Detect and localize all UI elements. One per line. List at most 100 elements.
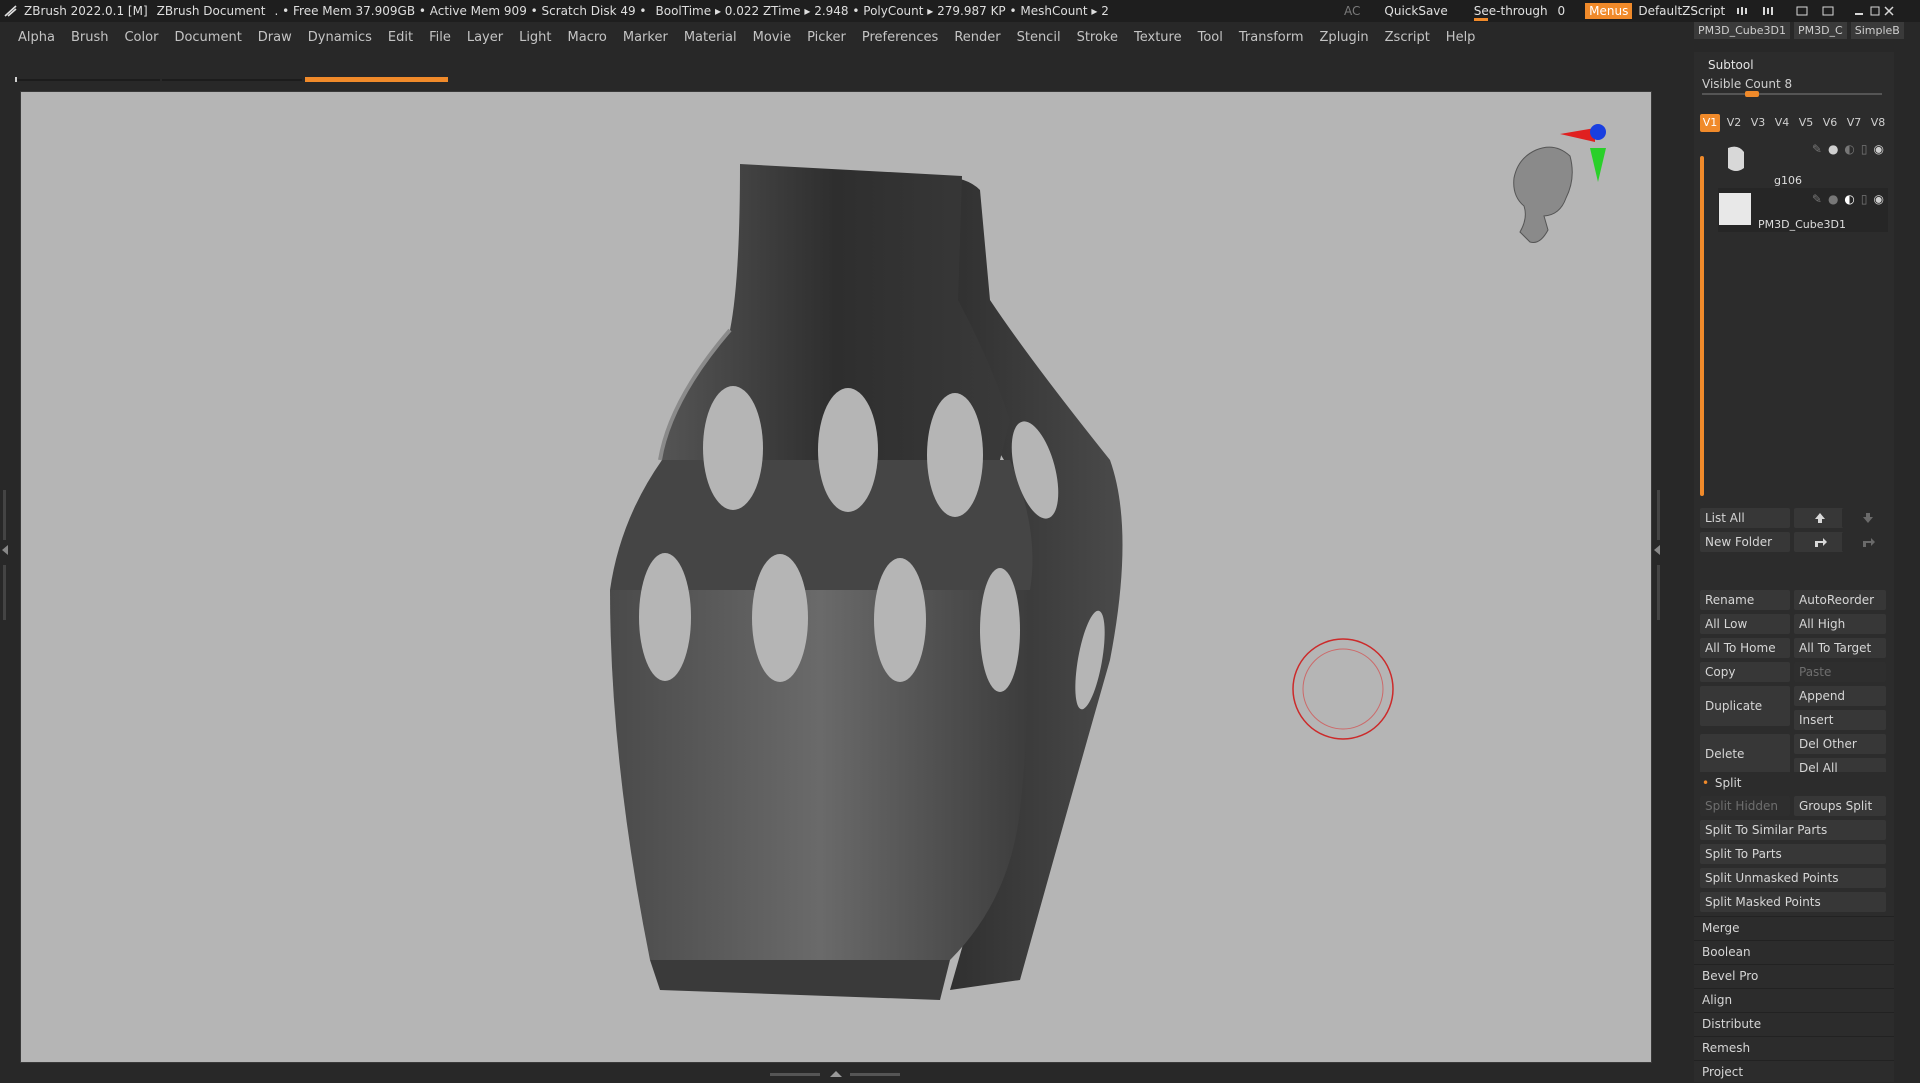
z-axis-ball[interactable] <box>1590 124 1606 140</box>
menu-color[interactable]: Color <box>116 30 166 45</box>
toggle-icon[interactable]: ◐ <box>1844 142 1854 156</box>
menu-brush[interactable]: Brush <box>63 30 117 45</box>
tab-v2[interactable]: V2 <box>1724 114 1744 132</box>
copy-ui-icon[interactable] <box>1796 6 1808 16</box>
eye-icon[interactable]: ◉ <box>1874 142 1884 156</box>
section-project[interactable]: Project <box>1694 1060 1894 1082</box>
append-button[interactable]: Append <box>1794 686 1886 706</box>
edit-icon[interactable]: ✎ <box>1812 142 1822 156</box>
save-ui-icon[interactable] <box>1822 6 1834 16</box>
tab-v7[interactable]: V7 <box>1844 114 1864 132</box>
right-tray-handle[interactable] <box>1652 490 1664 620</box>
all-to-home-button[interactable]: All To Home <box>1700 638 1790 658</box>
menu-render[interactable]: Render <box>946 30 1008 45</box>
subtool-item[interactable]: g106 ✎ ● ◐ ▯ ◉ <box>1718 138 1888 187</box>
subtool-item-selected[interactable]: PM3D_Cube3D1 ✎ ● ◐ ▯ ◉ <box>1718 188 1888 232</box>
all-low-button[interactable]: All Low <box>1700 614 1790 634</box>
section-align[interactable]: Align <box>1694 988 1894 1010</box>
tab-v3[interactable]: V3 <box>1748 114 1768 132</box>
tab-v4[interactable]: V4 <box>1772 114 1792 132</box>
shelf-active-segment[interactable] <box>305 77 448 82</box>
all-to-target-button[interactable]: All To Target <box>1794 638 1886 658</box>
menu-alpha[interactable]: Alpha <box>10 30 63 45</box>
see-through-slider[interactable]: See-through 0 <box>1473 4 1565 21</box>
tool-tab[interactable]: PM3D_C <box>1793 22 1847 39</box>
new-folder-button[interactable]: New Folder <box>1700 532 1790 552</box>
maximize-icon[interactable] <box>1870 6 1880 16</box>
split-unmasked-button[interactable]: Split Unmasked Points <box>1700 868 1886 888</box>
close-icon[interactable] <box>1884 6 1894 16</box>
copy-button[interactable]: Copy <box>1700 662 1790 682</box>
menu-light[interactable]: Light <box>511 30 559 45</box>
visible-count-slider[interactable] <box>1702 91 1882 97</box>
folder-in-button[interactable] <box>1794 532 1846 552</box>
insert-button[interactable]: Insert <box>1794 710 1886 730</box>
tool-tab[interactable]: PM3D_Cube3D1 <box>1694 22 1790 39</box>
groups-split-button[interactable]: Groups Split <box>1794 796 1886 816</box>
y-axis-arrow[interactable] <box>1590 148 1606 182</box>
menu-material[interactable]: Material <box>676 30 745 45</box>
move-up-button[interactable] <box>1794 508 1846 528</box>
menu-document[interactable]: Document <box>166 30 249 45</box>
menus-toggle[interactable]: Menus <box>1585 3 1633 19</box>
menu-draw[interactable]: Draw <box>250 30 300 45</box>
menu-edit[interactable]: Edit <box>380 30 421 45</box>
visible-count-knob[interactable] <box>1745 91 1760 97</box>
section-distribute[interactable]: Distribute <box>1694 1012 1894 1034</box>
vase-model[interactable] <box>590 160 1150 1000</box>
tab-v6[interactable]: V6 <box>1820 114 1840 132</box>
menu-zplugin[interactable]: Zplugin <box>1312 30 1377 45</box>
menu-picker[interactable]: Picker <box>799 30 854 45</box>
folder-icon[interactable]: ▯ <box>1861 192 1868 206</box>
menu-stroke[interactable]: Stroke <box>1069 30 1126 45</box>
split-hidden-button[interactable]: Split Hidden <box>1700 796 1790 816</box>
subtool-title[interactable]: Subtool <box>1708 58 1754 72</box>
folder-out-button[interactable] <box>1842 532 1894 552</box>
split-masked-button[interactable]: Split Masked Points <box>1700 892 1886 912</box>
menu-stencil[interactable]: Stencil <box>1009 30 1069 45</box>
menu-zscript[interactable]: Zscript <box>1377 30 1438 45</box>
section-merge[interactable]: Merge <box>1694 916 1894 938</box>
menu-tool[interactable]: Tool <box>1190 30 1231 45</box>
section-remesh[interactable]: Remesh <box>1694 1036 1894 1058</box>
tool-tab[interactable]: SimpleB <box>1850 22 1904 39</box>
layout-icon[interactable] <box>1741 7 1744 15</box>
layout-icon[interactable] <box>1737 8 1740 14</box>
del-other-button[interactable]: Del Other <box>1794 734 1886 754</box>
menu-marker[interactable]: Marker <box>615 30 676 45</box>
menu-help[interactable]: Help <box>1438 30 1484 45</box>
duplicate-button[interactable]: Duplicate <box>1700 686 1790 726</box>
folder-icon[interactable]: ▯ <box>1861 142 1868 156</box>
eye-icon[interactable]: ◉ <box>1874 192 1884 206</box>
script-name[interactable]: DefaultZScript <box>1638 4 1725 18</box>
paste-button[interactable]: Paste <box>1794 662 1886 682</box>
menu-dynamics[interactable]: Dynamics <box>300 30 380 45</box>
menu-movie[interactable]: Movie <box>745 30 799 45</box>
section-bevel-pro[interactable]: Bevel Pro <box>1694 964 1894 986</box>
autoreorder-button[interactable]: AutoReorder <box>1794 590 1886 610</box>
split-section-header[interactable]: • Split <box>1694 772 1894 794</box>
tab-v8[interactable]: V8 <box>1868 114 1888 132</box>
menu-preferences[interactable]: Preferences <box>854 30 946 45</box>
navigation-gizmo[interactable] <box>1500 120 1610 255</box>
list-all-button[interactable]: List All <box>1700 508 1790 528</box>
all-high-button[interactable]: All High <box>1794 614 1886 634</box>
edit-icon[interactable]: ✎ <box>1812 192 1822 206</box>
section-boolean[interactable]: Boolean <box>1694 940 1894 962</box>
minimize-icon[interactable] <box>1855 13 1864 15</box>
head-orientation-icon[interactable] <box>1513 146 1573 243</box>
x-axis-arrow[interactable] <box>1560 128 1595 142</box>
toggle-icon[interactable]: ● <box>1828 192 1838 206</box>
menu-transform[interactable]: Transform <box>1231 30 1312 45</box>
split-to-parts-button[interactable]: Split To Parts <box>1700 844 1886 864</box>
toggle-icon[interactable]: ◐ <box>1844 192 1854 206</box>
tab-v1[interactable]: V1 <box>1700 114 1720 132</box>
rename-button[interactable]: Rename <box>1700 590 1790 610</box>
tab-v5[interactable]: V5 <box>1796 114 1816 132</box>
menu-layer[interactable]: Layer <box>459 30 511 45</box>
split-similar-parts-button[interactable]: Split To Similar Parts <box>1700 820 1886 840</box>
menu-file[interactable]: File <box>421 30 459 45</box>
menu-macro[interactable]: Macro <box>560 30 615 45</box>
move-down-button[interactable] <box>1842 508 1894 528</box>
toggle-icon[interactable]: ● <box>1828 142 1838 156</box>
